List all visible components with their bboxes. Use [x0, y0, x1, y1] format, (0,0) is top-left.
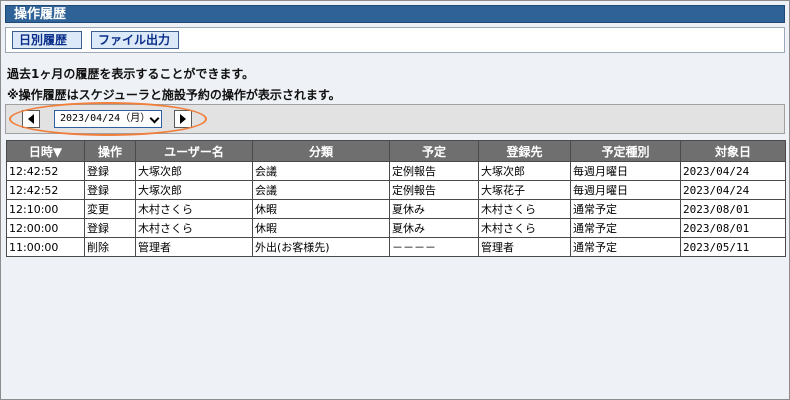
table-row: 12:42:52 登録 大塚次郎 会議 定例報告 大塚次郎 毎週月曜日 2023… — [6, 161, 786, 181]
date-select[interactable]: 2023/04/24（月） — [54, 110, 162, 128]
cell-operation: 登録 — [84, 180, 136, 200]
cell-schedule: 夏休み — [389, 218, 479, 238]
cell-time: 11:00:00 — [6, 237, 85, 257]
cell-schedule: －－－－ — [389, 237, 479, 257]
file-output-button[interactable]: ファイル出力 — [91, 31, 179, 49]
cell-schedule-type: 毎週月曜日 — [570, 180, 681, 200]
header-operation[interactable]: 操作 — [84, 140, 136, 162]
cell-registrant: 管理者 — [478, 237, 571, 257]
cell-username: 管理者 — [135, 237, 253, 257]
cell-schedule: 夏休み — [389, 199, 479, 219]
cell-schedule: 定例報告 — [389, 161, 479, 181]
cell-username: 木村さくら — [135, 199, 253, 219]
cell-schedule-type: 通常予定 — [570, 199, 681, 219]
description-line-1: 過去1ヶ月の履歴を表示することができます。 — [7, 67, 255, 81]
header-schedule-type[interactable]: 予定種別 — [570, 140, 681, 162]
cell-username: 大塚次郎 — [135, 161, 253, 181]
app-frame: 操作履歴 日別履歴 ファイル出力 過去1ヶ月の履歴を表示することができます。 ※… — [0, 0, 790, 400]
cell-operation: 削除 — [84, 237, 136, 257]
date-navigation: 2023/04/24（月） — [5, 104, 785, 134]
header-registrant[interactable]: 登録先 — [478, 140, 571, 162]
header-category[interactable]: 分類 — [252, 140, 390, 162]
cell-registrant: 大塚花子 — [478, 180, 571, 200]
next-day-button[interactable] — [174, 110, 192, 128]
cell-schedule-type: 毎週月曜日 — [570, 161, 681, 181]
header-datetime[interactable]: 日時▼ — [6, 140, 85, 162]
page-title: 操作履歴 — [5, 5, 785, 23]
daily-history-button[interactable]: 日別履歴 — [12, 31, 82, 49]
cell-schedule-type: 通常予定 — [570, 218, 681, 238]
cell-time: 12:42:52 — [6, 180, 85, 200]
table-row: 12:00:00 登録 木村さくら 休暇 夏休み 木村さくら 通常予定 2023… — [6, 218, 786, 238]
cell-category: 会議 — [252, 180, 390, 200]
prev-day-button[interactable] — [22, 110, 40, 128]
table-row: 12:42:52 登録 大塚次郎 会議 定例報告 大塚花子 毎週月曜日 2023… — [6, 180, 786, 200]
cell-target-date: 2023/04/24 — [680, 180, 786, 200]
triangle-right-icon — [180, 114, 186, 124]
cell-category: 外出(お客様先) — [252, 237, 390, 257]
cell-target-date: 2023/08/01 — [680, 218, 786, 238]
header-username[interactable]: ユーザー名 — [135, 140, 253, 162]
cell-operation: 登録 — [84, 161, 136, 181]
cell-time: 12:10:00 — [6, 199, 85, 219]
header-schedule[interactable]: 予定 — [389, 140, 479, 162]
cell-time: 12:42:52 — [6, 161, 85, 181]
cell-operation: 変更 — [84, 199, 136, 219]
date-select-value: 2023/04/24（月） — [60, 113, 151, 124]
triangle-left-icon — [28, 114, 34, 124]
chevron-down-icon — [149, 113, 160, 124]
cell-category: 会議 — [252, 161, 390, 181]
cell-time: 12:00:00 — [6, 218, 85, 238]
cell-registrant: 木村さくら — [478, 199, 571, 219]
table-header-row: 日時▼ 操作 ユーザー名 分類 予定 登録先 予定種別 対象日 — [6, 140, 786, 162]
cell-registrant: 木村さくら — [478, 218, 571, 238]
history-table: 日時▼ 操作 ユーザー名 分類 予定 登録先 予定種別 対象日 12:42:52… — [6, 140, 786, 257]
cell-schedule: 定例報告 — [389, 180, 479, 200]
cell-target-date: 2023/04/24 — [680, 161, 786, 181]
cell-category: 休暇 — [252, 199, 390, 219]
cell-target-date: 2023/05/11 — [680, 237, 786, 257]
cell-username: 大塚次郎 — [135, 180, 253, 200]
cell-registrant: 大塚次郎 — [478, 161, 571, 181]
cell-category: 休暇 — [252, 218, 390, 238]
header-target-date[interactable]: 対象日 — [680, 140, 786, 162]
cell-target-date: 2023/08/01 — [680, 199, 786, 219]
cell-username: 木村さくら — [135, 218, 253, 238]
table-row: 11:00:00 削除 管理者 外出(お客様先) －－－－ 管理者 通常予定 2… — [6, 237, 786, 257]
table-row: 12:10:00 変更 木村さくら 休暇 夏休み 木村さくら 通常予定 2023… — [6, 199, 786, 219]
toolbar: 日別履歴 ファイル出力 — [5, 27, 785, 53]
cell-schedule-type: 通常予定 — [570, 237, 681, 257]
description-line-2: ※操作履歴はスケジューラと施設予約の操作が表示されます。 — [7, 88, 341, 102]
cell-operation: 登録 — [84, 218, 136, 238]
